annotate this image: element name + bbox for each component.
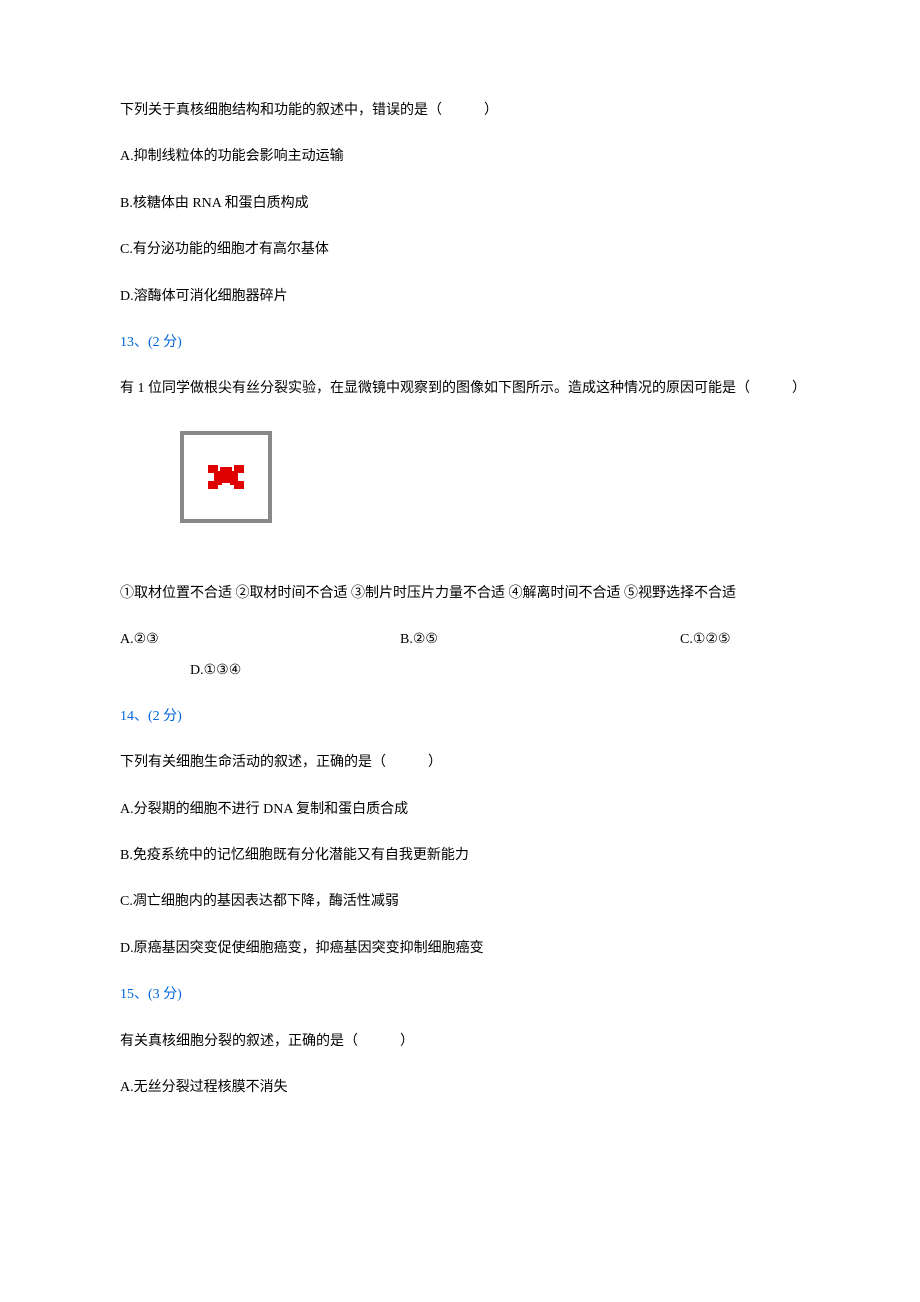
q14-option-c: C.凋亡细胞内的基因表达都下降，酶活性减弱 [120, 891, 800, 913]
broken-image-placeholder [180, 431, 272, 523]
q12-option-d: D.溶酶体可消化细胞器碎片 [120, 286, 800, 308]
q14-option-b: B.免疫系统中的记忆细胞既有分化潜能又有自我更新能力 [120, 845, 800, 867]
q13-number: 13、(2 分) [120, 332, 800, 354]
q13-option-d: D.①③④ [120, 660, 800, 682]
q13-option-b: B.②⑤ [400, 629, 680, 651]
q12-option-c: C.有分泌功能的细胞才有高尔基体 [120, 239, 800, 261]
q15-number: 15、(3 分) [120, 984, 800, 1006]
q13-options-row: A.②③ B.②⑤ C.①②⑤ [120, 629, 800, 651]
q13-option-c: C.①②⑤ [680, 629, 800, 651]
q13-option-a: A.②③ [120, 629, 400, 651]
q14-stem: 下列有关细胞生命活动的叙述，正确的是（ ） [120, 752, 800, 774]
q15-option-a: A.无丝分裂过程核膜不消失 [120, 1077, 800, 1099]
q13-stem: 有 1 位同学做根尖有丝分裂实验，在显微镜中观察到的图像如下图所示。造成这种情况… [120, 378, 800, 400]
q14-number: 14、(2 分) [120, 706, 800, 728]
q13-choices-line: ①取材位置不合适 ②取材时间不合适 ③制片时压片力量不合适 ④解离时间不合适 ⑤… [120, 583, 800, 605]
q14-option-d: D.原癌基因突变促使细胞癌变，抑癌基因突变抑制细胞癌变 [120, 938, 800, 960]
q12-option-b: B.核糖体由 RNA 和蛋白质构成 [120, 193, 800, 215]
broken-image-icon [208, 459, 244, 495]
q15-stem: 有关真核细胞分裂的叙述，正确的是（ ） [120, 1031, 800, 1053]
q14-option-a: A.分裂期的细胞不进行 DNA 复制和蛋白质合成 [120, 799, 800, 821]
q12-stem: 下列关于真核细胞结构和功能的叙述中，错误的是（ ） [120, 100, 800, 122]
q12-option-a: A.抑制线粒体的功能会影响主动运输 [120, 146, 800, 168]
